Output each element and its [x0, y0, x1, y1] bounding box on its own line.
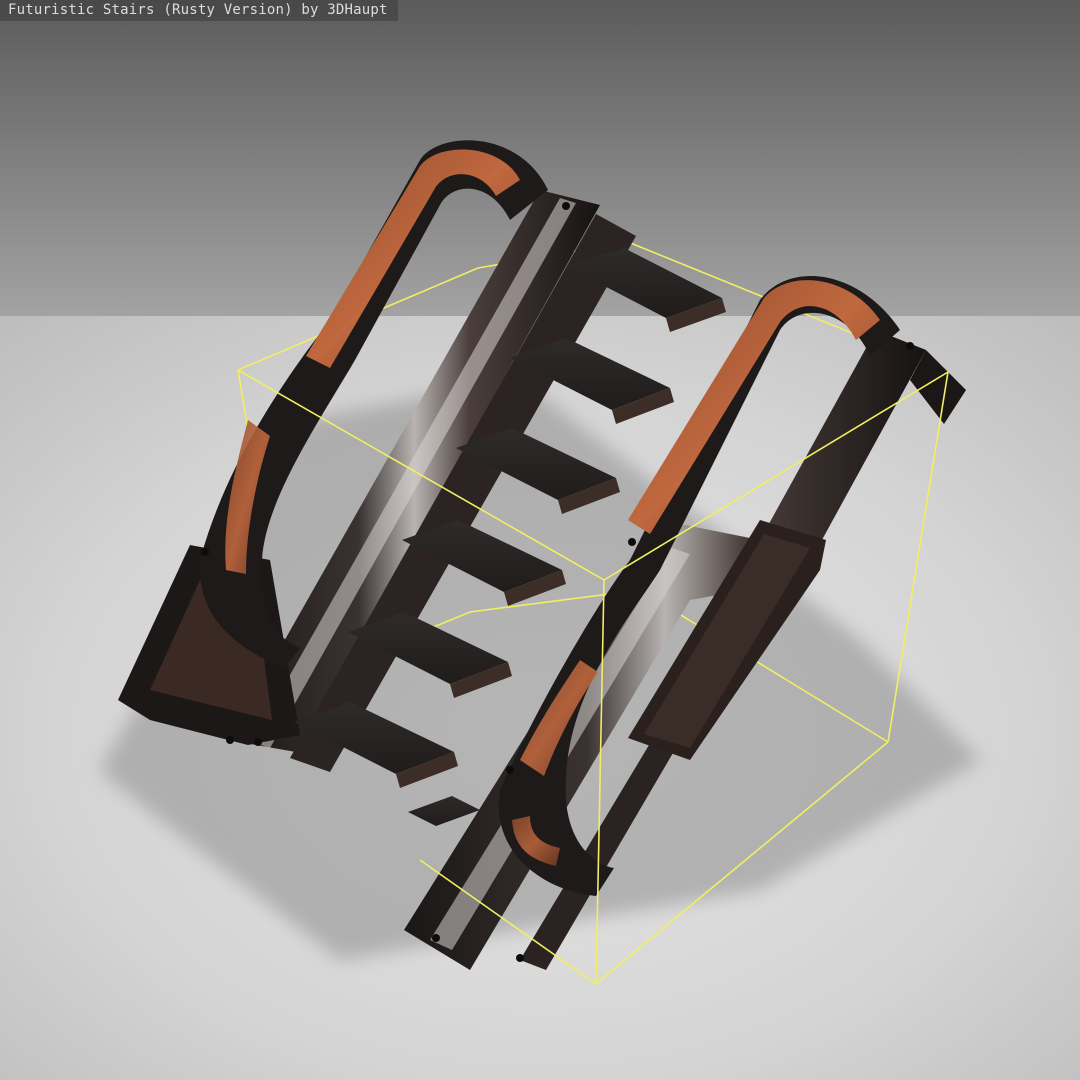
3d-viewport[interactable]: Futuristic Stairs (Rusty Version) by 3DH…	[0, 0, 1080, 1080]
model-title-label: Futuristic Stairs (Rusty Version) by 3DH…	[0, 0, 398, 21]
stairs-scene[interactable]	[0, 0, 1080, 1080]
